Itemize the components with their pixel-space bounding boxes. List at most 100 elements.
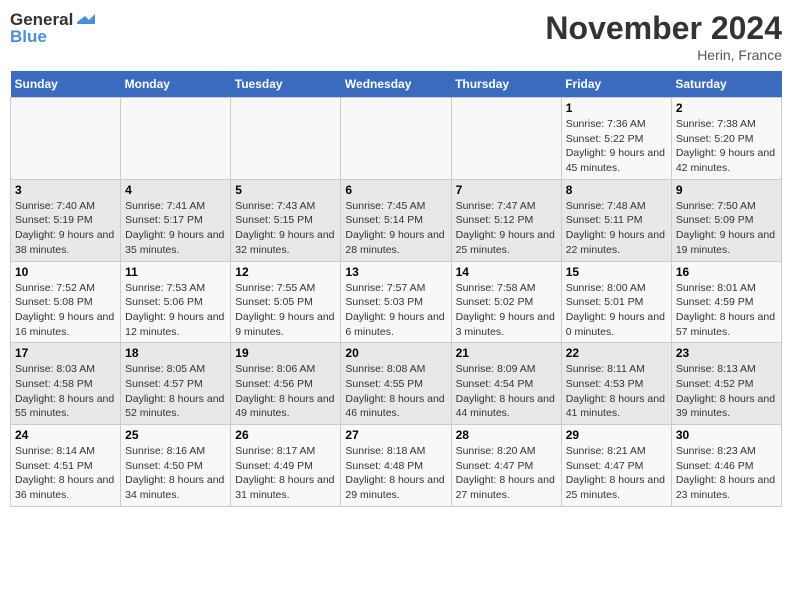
title-area: November 2024 Herin, France (545, 10, 782, 63)
weekday-header-friday: Friday (561, 71, 671, 98)
day-cell (121, 98, 231, 180)
day-cell: 2 Sunrise: 7:38 AM Sunset: 5:20 PM Daylig… (671, 98, 781, 180)
day-cell (231, 98, 341, 180)
day-cell: 29Sunrise: 8:21 AM Sunset: 4:47 PM Dayli… (561, 425, 671, 507)
day-cell: 13 Sunrise: 7:57 AM Sunset: 5:03 PM Dayli… (341, 261, 451, 343)
weekday-header-monday: Monday (121, 71, 231, 98)
day-info: Sunrise: 7:52 AM Sunset: 5:08 PM Dayligh… (15, 281, 116, 340)
weekday-header-row: SundayMondayTuesdayWednesdayThursdayFrid… (11, 71, 782, 98)
day-cell: 24Sunrise: 8:14 AM Sunset: 4:51 PM Dayli… (11, 425, 121, 507)
day-info: Sunrise: 7:45 AM Sunset: 5:14 PM Dayligh… (345, 199, 446, 258)
day-cell: 7 Sunrise: 7:47 AM Sunset: 5:12 PM Daylig… (451, 179, 561, 261)
header: General Blue November 2024 Herin, France (10, 10, 782, 63)
logo-container: General Blue (10, 10, 95, 47)
day-cell: 14 Sunrise: 7:58 AM Sunset: 5:02 PM Dayli… (451, 261, 561, 343)
day-info: Sunrise: 7:43 AM Sunset: 5:15 PM Dayligh… (235, 199, 336, 258)
day-cell: 1 Sunrise: 7:36 AM Sunset: 5:22 PM Daylig… (561, 98, 671, 180)
day-number: 9 (676, 183, 777, 197)
day-number: 21 (456, 346, 557, 360)
day-number: 8 (566, 183, 667, 197)
day-number: 19 (235, 346, 336, 360)
day-cell: 30 Sunrise: 8:23 AM Sunset: 4:46 PM Dayli… (671, 425, 781, 507)
calendar-table: SundayMondayTuesdayWednesdayThursdayFrid… (10, 71, 782, 507)
day-info: Sunrise: 8:03 AM Sunset: 4:58 PM Dayligh… (15, 362, 116, 421)
day-info: Sunrise: 7:36 AM Sunset: 5:22 PM Dayligh… (566, 117, 667, 176)
day-number: 12 (235, 265, 336, 279)
day-info: Sunrise: 8:13 AM Sunset: 4:52 PM Dayligh… (676, 362, 777, 421)
day-number: 30 (676, 428, 777, 442)
day-cell: 28 Sunrise: 8:20 AM Sunset: 4:47 PM Dayli… (451, 425, 561, 507)
weekday-header-wednesday: Wednesday (341, 71, 451, 98)
day-number: 23 (676, 346, 777, 360)
day-number: 3 (15, 183, 116, 197)
day-info: Sunrise: 8:06 AM Sunset: 4:56 PM Dayligh… (235, 362, 336, 421)
day-cell: 3Sunrise: 7:40 AM Sunset: 5:19 PM Daylig… (11, 179, 121, 261)
day-info: Sunrise: 8:01 AM Sunset: 4:59 PM Dayligh… (676, 281, 777, 340)
day-cell: 10 Sunrise: 7:52 AM Sunset: 5:08 PM Dayli… (11, 261, 121, 343)
day-number: 15 (566, 265, 667, 279)
day-number: 7 (456, 183, 557, 197)
day-number: 4 (125, 183, 226, 197)
day-number: 16 (676, 265, 777, 279)
day-cell: 16 Sunrise: 8:01 AM Sunset: 4:59 PM Dayli… (671, 261, 781, 343)
day-cell: 27Sunrise: 8:18 AM Sunset: 4:48 PM Dayli… (341, 425, 451, 507)
day-info: Sunrise: 8:16 AM Sunset: 4:50 PM Dayligh… (125, 444, 226, 503)
day-number: 2 (676, 101, 777, 115)
day-number: 28 (456, 428, 557, 442)
day-info: Sunrise: 8:08 AM Sunset: 4:55 PM Dayligh… (345, 362, 446, 421)
day-info: Sunrise: 7:55 AM Sunset: 5:05 PM Dayligh… (235, 281, 336, 340)
day-number: 17 (15, 346, 116, 360)
day-cell: 17 Sunrise: 8:03 AM Sunset: 4:58 PM Dayli… (11, 343, 121, 425)
day-cell: 20 Sunrise: 8:08 AM Sunset: 4:55 PM Dayli… (341, 343, 451, 425)
day-cell: 8Sunrise: 7:48 AM Sunset: 5:11 PM Daylig… (561, 179, 671, 261)
logo-bird-icon (75, 10, 95, 30)
month-title: November 2024 (545, 10, 782, 47)
day-number: 14 (456, 265, 557, 279)
day-cell: 5 Sunrise: 7:43 AM Sunset: 5:15 PM Daylig… (231, 179, 341, 261)
weekday-header-thursday: Thursday (451, 71, 561, 98)
day-number: 22 (566, 346, 667, 360)
day-info: Sunrise: 7:58 AM Sunset: 5:02 PM Dayligh… (456, 281, 557, 340)
day-cell (341, 98, 451, 180)
day-info: Sunrise: 7:57 AM Sunset: 5:03 PM Dayligh… (345, 281, 446, 340)
weekday-header-saturday: Saturday (671, 71, 781, 98)
week-row-5: 24Sunrise: 8:14 AM Sunset: 4:51 PM Dayli… (11, 425, 782, 507)
day-cell: 25Sunrise: 8:16 AM Sunset: 4:50 PM Dayli… (121, 425, 231, 507)
day-number: 26 (235, 428, 336, 442)
weekday-header-sunday: Sunday (11, 71, 121, 98)
day-info: Sunrise: 8:17 AM Sunset: 4:49 PM Dayligh… (235, 444, 336, 503)
day-cell (11, 98, 121, 180)
week-row-4: 17 Sunrise: 8:03 AM Sunset: 4:58 PM Dayli… (11, 343, 782, 425)
week-row-3: 10 Sunrise: 7:52 AM Sunset: 5:08 PM Dayli… (11, 261, 782, 343)
day-info: Sunrise: 8:20 AM Sunset: 4:47 PM Dayligh… (456, 444, 557, 503)
day-number: 5 (235, 183, 336, 197)
day-info: Sunrise: 8:05 AM Sunset: 4:57 PM Dayligh… (125, 362, 226, 421)
day-cell: 26 Sunrise: 8:17 AM Sunset: 4:49 PM Dayli… (231, 425, 341, 507)
day-info: Sunrise: 8:09 AM Sunset: 4:54 PM Dayligh… (456, 362, 557, 421)
day-info: Sunrise: 7:47 AM Sunset: 5:12 PM Dayligh… (456, 199, 557, 258)
day-info: Sunrise: 8:23 AM Sunset: 4:46 PM Dayligh… (676, 444, 777, 503)
day-cell: 4 Sunrise: 7:41 AM Sunset: 5:17 PM Daylig… (121, 179, 231, 261)
day-info: Sunrise: 7:38 AM Sunset: 5:20 PM Dayligh… (676, 117, 777, 176)
day-number: 24 (15, 428, 116, 442)
day-number: 13 (345, 265, 446, 279)
day-cell: 22Sunrise: 8:11 AM Sunset: 4:53 PM Dayli… (561, 343, 671, 425)
logo-blue: Blue (10, 28, 95, 47)
day-info: Sunrise: 8:00 AM Sunset: 5:01 PM Dayligh… (566, 281, 667, 340)
day-number: 27 (345, 428, 446, 442)
day-cell: 12 Sunrise: 7:55 AM Sunset: 5:05 PM Dayli… (231, 261, 341, 343)
day-cell: 21 Sunrise: 8:09 AM Sunset: 4:54 PM Dayli… (451, 343, 561, 425)
day-number: 10 (15, 265, 116, 279)
day-cell: 11Sunrise: 7:53 AM Sunset: 5:06 PM Dayli… (121, 261, 231, 343)
day-info: Sunrise: 7:41 AM Sunset: 5:17 PM Dayligh… (125, 199, 226, 258)
day-cell: 6 Sunrise: 7:45 AM Sunset: 5:14 PM Daylig… (341, 179, 451, 261)
day-info: Sunrise: 7:53 AM Sunset: 5:06 PM Dayligh… (125, 281, 226, 340)
day-info: Sunrise: 7:50 AM Sunset: 5:09 PM Dayligh… (676, 199, 777, 258)
day-number: 1 (566, 101, 667, 115)
weekday-header-tuesday: Tuesday (231, 71, 341, 98)
day-cell: 15 Sunrise: 8:00 AM Sunset: 5:01 PM Dayli… (561, 261, 671, 343)
day-cell: 18Sunrise: 8:05 AM Sunset: 4:57 PM Dayli… (121, 343, 231, 425)
day-number: 20 (345, 346, 446, 360)
day-number: 6 (345, 183, 446, 197)
day-cell: 23 Sunrise: 8:13 AM Sunset: 4:52 PM Dayli… (671, 343, 781, 425)
